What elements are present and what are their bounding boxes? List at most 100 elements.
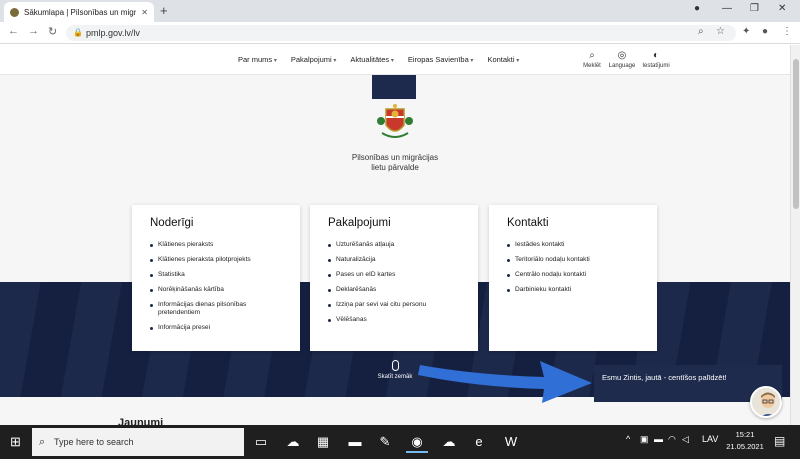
zoom-icon[interactable]: ⌕	[698, 26, 704, 37]
chrome-icon[interactable]: ◉	[406, 431, 428, 453]
browser-menu-icon[interactable]: ⋮	[782, 26, 792, 37]
organization-name: Pilsonības un migrācijas lietu pārvalde	[330, 153, 460, 173]
card-link[interactable]: Deklarēšanās	[328, 286, 460, 294]
menu-item-par-mums[interactable]: Par mums	[238, 55, 277, 64]
windows-start-icon[interactable]: ⊞	[10, 434, 21, 450]
restore-button[interactable]: ❐	[750, 3, 759, 14]
profile-icon[interactable]: ●	[762, 26, 768, 37]
system-clock[interactable]: 15:21 21.05.2021	[722, 429, 768, 453]
browser-tabstrip: Sākumlapa | Pilsonības un migrā ✕ + ● — …	[0, 0, 800, 22]
file-explorer-icon[interactable]: ▬	[344, 431, 366, 453]
tab-title: Sākumlapa | Pilsonības un migrā	[24, 7, 137, 17]
card-link[interactable]: Darbinieku kontakti	[507, 286, 639, 294]
arrow-shape	[418, 361, 592, 403]
card-link[interactable]: Uzturēšanās atļauja	[328, 241, 460, 249]
network-icon[interactable]: ◠	[668, 434, 676, 445]
settings-tool-label: Iestatījumi	[642, 63, 670, 69]
card-title: Noderīgi	[150, 217, 194, 229]
globe-icon: ◎	[617, 50, 627, 61]
news-heading: Jaunumi	[118, 417, 164, 425]
site-header: Par mums Pakalpojumi Aktualitātes Eiropa…	[0, 45, 790, 75]
word-icon[interactable]: W	[500, 431, 522, 453]
minimize-button[interactable]: —	[722, 3, 732, 14]
menu-item-aktualitates[interactable]: Aktualitātes	[350, 55, 393, 64]
calculator-icon[interactable]: ▦	[312, 431, 334, 453]
back-button[interactable]: ←	[8, 25, 19, 37]
mouse-icon	[391, 360, 399, 371]
tray-app-icon[interactable]: ▣	[640, 434, 649, 445]
card-link[interactable]: Pases un eID kartes	[328, 271, 460, 279]
card-link[interactable]: Vēlēšanas	[328, 316, 460, 324]
scroll-down-label: Skatīt zemāk	[377, 374, 413, 380]
taskbar-search-box[interactable]: ⌕ Type here to search	[32, 428, 244, 456]
language-indicator[interactable]: LAV	[702, 434, 718, 444]
card-link[interactable]: Klātienes pieraksta pilotprojekts	[150, 256, 282, 264]
reload-button[interactable]: ↻	[48, 25, 57, 38]
org-name-line-1: Pilsonības un migrācijas	[351, 153, 439, 162]
card-link[interactable]: Naturalizācija	[328, 256, 460, 264]
logo-bar	[372, 75, 416, 99]
card-link[interactable]: Teritoriālo nodaļu kontakti	[507, 256, 639, 264]
avatar-face-icon	[752, 388, 780, 416]
window-close-button[interactable]: ✕	[778, 3, 786, 14]
search-icon: ⌕	[589, 50, 595, 61]
site-favicon-icon	[10, 7, 19, 17]
card-link[interactable]: Centrālo nodaļu kontakti	[507, 271, 639, 279]
taskbar-search-placeholder: Type here to search	[54, 437, 134, 447]
tray-folder-icon[interactable]: ▬	[654, 434, 663, 444]
profile-badge-icon[interactable]: ●	[694, 3, 700, 14]
menu-item-kontakti[interactable]: Kontakti	[487, 55, 519, 64]
card-title: Pakalpojumi	[328, 217, 391, 229]
cloud-app-icon[interactable]: ☁	[438, 431, 460, 453]
card-link[interactable]: Norēķināšanās kārtība	[150, 286, 282, 294]
card-link[interactable]: Statistika	[150, 271, 282, 279]
notes-app-icon[interactable]: ✎	[374, 431, 396, 453]
search-tool-label: Meklēt	[583, 63, 601, 69]
lock-icon: 🔒	[73, 28, 83, 37]
settings-icon: ◐	[652, 50, 660, 61]
search-tool-button[interactable]: ⌕ Meklēt	[576, 49, 608, 69]
card-link[interactable]: Izziņa par sevi vai citu personu	[328, 301, 460, 309]
menu-item-pakalpojumi[interactable]: Pakalpojumi	[291, 55, 337, 64]
address-bar[interactable]: 🔒 pmlp.gov.lv/lv	[66, 25, 736, 41]
page-scrollbar[interactable]	[790, 45, 800, 425]
notification-center-icon[interactable]: ▤	[774, 434, 785, 448]
card-pakalpojumi: Pakalpojumi Uzturēšanās atļauja Naturali…	[310, 205, 478, 351]
main-menu: Par mums Pakalpojumi Aktualitātes Eiropa…	[238, 55, 519, 64]
webpage: Par mums Pakalpojumi Aktualitātes Eiropa…	[0, 45, 790, 425]
language-tool-button[interactable]: ◎ Language	[606, 49, 638, 69]
card-link[interactable]: Informācija presei	[150, 324, 282, 332]
forward-button[interactable]: →	[28, 25, 39, 37]
extensions-icon[interactable]: ✦	[742, 26, 750, 37]
bookmark-star-icon[interactable]: ☆	[716, 26, 725, 37]
edge-icon[interactable]: e	[468, 431, 490, 453]
blue-arrow-annotation	[418, 361, 592, 403]
clock-date: 21.05.2021	[726, 442, 764, 451]
settings-tool-button[interactable]: ◐ Iestatījumi	[640, 49, 672, 69]
card-link[interactable]: Iestādes kontakti	[507, 241, 639, 249]
chat-message: Esmu Zintis, jautā - centīšos palīdzēt!	[602, 373, 727, 382]
tray-chevron-icon[interactable]: ^	[626, 434, 630, 444]
windows-taskbar: ⊞ ⌕ Type here to search ▭ ☁ ▦ ▬ ✎ ◉ ☁ e …	[0, 425, 800, 459]
scrollbar-thumb[interactable]	[793, 59, 799, 209]
browser-tab[interactable]: Sākumlapa | Pilsonības un migrā ✕	[4, 2, 154, 22]
coat-of-arms-logo[interactable]	[376, 103, 414, 143]
chatbot-avatar[interactable]	[750, 386, 782, 418]
clock-time: 15:21	[735, 430, 755, 439]
language-tool-label: Language	[608, 63, 636, 69]
menu-item-eiropas-savieniba[interactable]: Eiropas Savienība	[408, 55, 474, 64]
weather-app-icon[interactable]: ☁	[282, 431, 304, 453]
org-name-line-2: lietu pārvalde	[371, 163, 419, 172]
browser-toolbar: ← → ↻ 🔒 pmlp.gov.lv/lv ⌕ ☆ ✦ ● ⋮	[0, 22, 800, 44]
search-icon: ⌕	[39, 436, 46, 448]
card-noderigi: Noderīgi Klātienes pieraksts Klātienes p…	[132, 205, 300, 351]
task-view-icon[interactable]: ▭	[250, 431, 272, 453]
volume-icon[interactable]: ◁	[682, 434, 689, 445]
card-link[interactable]: Informācijas dienas pilsonības pretenden…	[150, 301, 282, 317]
card-link[interactable]: Klātienes pieraksts	[150, 241, 282, 249]
card-kontakti: Kontakti Iestādes kontakti Teritoriālo n…	[489, 205, 657, 351]
card-title: Kontakti	[507, 217, 549, 229]
tab-close-icon[interactable]: ✕	[141, 8, 148, 17]
scroll-down-button[interactable]: Skatīt zemāk	[370, 360, 420, 380]
new-tab-button[interactable]: +	[160, 3, 168, 18]
